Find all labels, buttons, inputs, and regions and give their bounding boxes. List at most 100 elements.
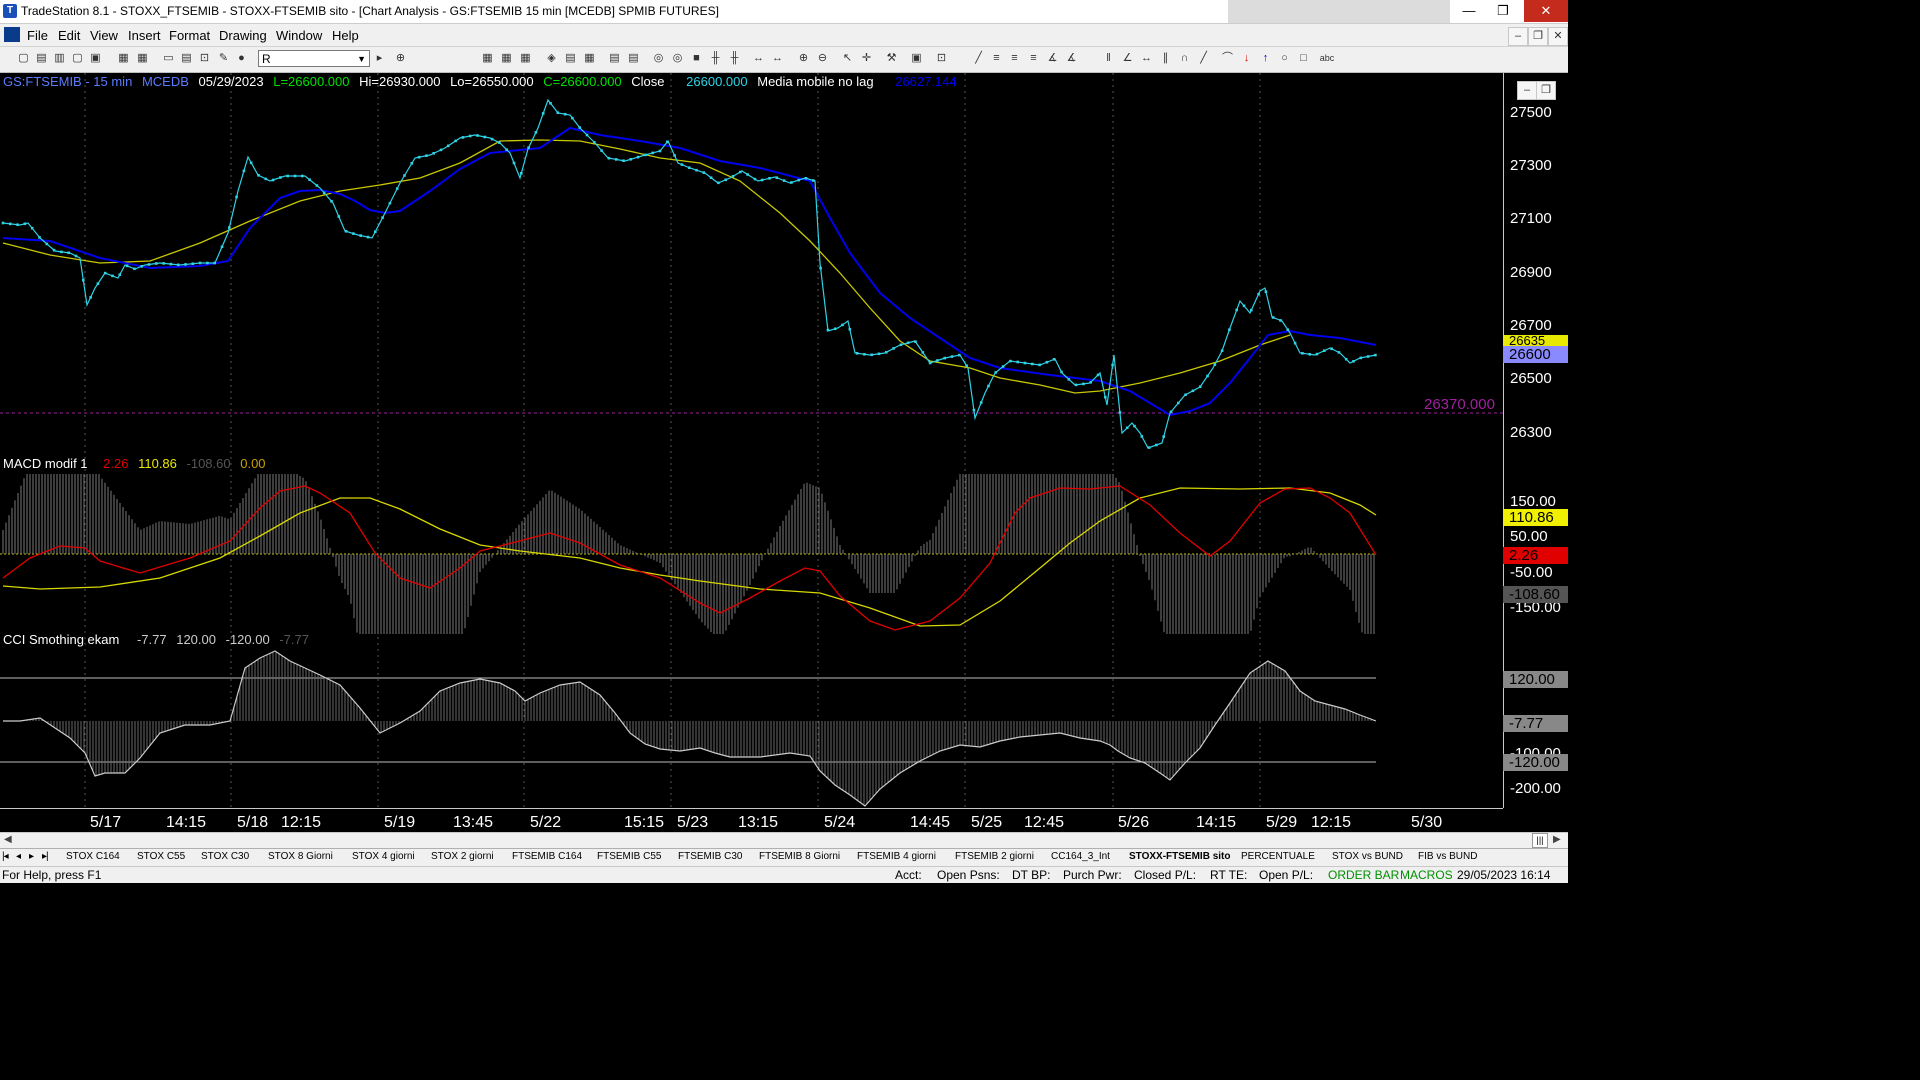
tab-stox-c55[interactable]: STOX C55 (137, 851, 185, 862)
speed-line-icon[interactable]: ∡ (1046, 52, 1059, 65)
zoom-out-icon[interactable]: ⊖ (816, 52, 829, 65)
tools-icon[interactable]: ✎ (217, 52, 230, 65)
chart-window-icon[interactable] (4, 27, 20, 42)
symbol-input[interactable]: R ▼ (258, 50, 370, 67)
candle-icon[interactable]: ■ (690, 52, 703, 65)
import-icon[interactable]: ▣ (910, 52, 923, 65)
tab-nav-next-icon[interactable]: ▸ (29, 851, 34, 862)
hotlist-icon[interactable]: ▤ (627, 52, 640, 65)
horizontal-line-icon[interactable]: ↔ (1140, 52, 1153, 65)
line-chart-icon[interactable]: ╫ (728, 52, 741, 65)
close-button[interactable]: ✕ (1524, 0, 1568, 22)
scanner-icon[interactable]: ▤ (608, 52, 621, 65)
horizontal-scrollbar[interactable]: ◀ ||| ▶ (0, 832, 1568, 848)
globe-icon[interactable]: ● (235, 52, 248, 65)
menu-format[interactable]: Format (169, 28, 210, 43)
fib-icon[interactable]: ≡ (990, 52, 1003, 65)
arc-icon[interactable]: ∩ (1178, 52, 1191, 65)
tab-nav-last-icon[interactable]: ▸| (42, 851, 49, 862)
pane-minimize-button[interactable]: – (1517, 81, 1537, 100)
format-icon[interactable]: ▤ (180, 52, 193, 65)
bar-chart-icon[interactable]: ╫ (709, 52, 722, 65)
trendline-icon[interactable]: ╱ (972, 52, 985, 65)
menu-help[interactable]: Help (332, 28, 359, 43)
open-workspace-icon[interactable]: ▥ (53, 52, 66, 65)
pointer-icon[interactable]: ↖ (841, 52, 854, 65)
rectangle-icon[interactable]: □ (1297, 52, 1310, 65)
arrow-down-icon[interactable]: ↓ (1240, 52, 1253, 65)
new-icon[interactable]: ▢ (17, 52, 30, 65)
play-icon[interactable]: ▸ (373, 52, 386, 65)
angle-icon[interactable]: ∠ (1121, 52, 1134, 65)
print-preview-icon[interactable]: ▦ (136, 52, 149, 65)
lock-icon-2[interactable]: ⊡ (935, 52, 948, 65)
compress-icon[interactable]: ↔ (752, 52, 765, 65)
probability-icon[interactable]: ◎ (671, 52, 684, 65)
hammer-icon[interactable]: ⚒ (885, 52, 898, 65)
order-bar-button[interactable]: ORDER BAR (1328, 868, 1399, 882)
tab-ftsemib-4-giorni[interactable]: FTSEMIB 4 giorni (857, 851, 936, 862)
options-icon[interactable]: ◎ (652, 52, 665, 65)
tool-a-icon[interactable]: ▦ (481, 52, 494, 65)
scroll-thumb[interactable]: ||| (1532, 833, 1548, 848)
window-icon[interactable]: ▭ (162, 52, 175, 65)
mdi-restore-button[interactable]: ❐ (1528, 27, 1548, 46)
zoom-in-icon[interactable]: ⊕ (797, 52, 810, 65)
tab-ftsemib-2-giorni[interactable]: FTSEMIB 2 giorni (955, 851, 1034, 862)
crosshair-icon[interactable]: ✛ (860, 52, 873, 65)
circle-icon[interactable]: ○ (1278, 52, 1291, 65)
menu-file[interactable]: File (27, 28, 48, 43)
menu-view[interactable]: View (90, 28, 118, 43)
tab-stox-2-giorni[interactable]: STOX 2 giorni (431, 851, 494, 862)
scroll-right-icon[interactable]: ▶ (1553, 834, 1561, 845)
tab-percentuale[interactable]: PERCENTUALE (1241, 851, 1315, 862)
arrow-up-icon[interactable]: ↑ (1259, 52, 1272, 65)
menu-insert[interactable]: Insert (128, 28, 161, 43)
tab-stox-c30[interactable]: STOX C30 (201, 851, 249, 862)
gann-fan-icon[interactable]: ∡ (1065, 52, 1078, 65)
matrix-icon[interactable]: ▦ (583, 52, 596, 65)
expand-icon[interactable]: ↔ (771, 52, 784, 65)
tab-ftsemib-c30[interactable]: FTSEMIB C30 (678, 851, 742, 862)
menu-drawing[interactable]: Drawing (219, 28, 267, 43)
tab-ftsemib-c164[interactable]: FTSEMIB C164 (512, 851, 582, 862)
tool-b-icon[interactable]: ▦ (500, 52, 513, 65)
open-icon[interactable]: ▤ (35, 52, 48, 65)
chart-analysis[interactable]: GS:FTSEMIB - 15 min MCEDB 05/29/2023 L=2… (0, 73, 1568, 835)
vertical-lines-icon[interactable]: ‖ (1102, 52, 1115, 65)
macros-button[interactable]: MACROS (1400, 868, 1453, 882)
tab-stox-4-giorni[interactable]: STOX 4 giorni (352, 851, 415, 862)
maximize-button[interactable]: ❐ (1486, 0, 1520, 22)
tab-nav-first-icon[interactable]: |◂ (2, 851, 9, 862)
parallel-lines-icon[interactable]: ∥ (1159, 52, 1172, 65)
new-workspace-icon[interactable]: ▢ (71, 52, 84, 65)
tab-ftsemib-8-giorni[interactable]: FTSEMIB 8 Giorni (759, 851, 840, 862)
menu-edit[interactable]: Edit (58, 28, 80, 43)
tab-ftsemib-c55[interactable]: FTSEMIB C55 (597, 851, 661, 862)
scroll-left-icon[interactable]: ◀ (4, 834, 12, 845)
chart-icon[interactable]: ◈ (545, 52, 558, 65)
save-icon[interactable]: ▣ (89, 52, 102, 65)
chart-plot-area[interactable] (0, 73, 1503, 808)
tab-cc164-3-int[interactable]: CC164_3_Int (1051, 851, 1110, 862)
print-icon[interactable]: ▦ (117, 52, 130, 65)
tab-stox-8-giorni[interactable]: STOX 8 Giorni (268, 851, 333, 862)
lookup-icon[interactable]: ⊕ (394, 52, 407, 65)
tab-stox-c164[interactable]: STOX C164 (66, 851, 120, 862)
tab-nav-prev-icon[interactable]: ◂ (16, 851, 21, 862)
tab-fib-vs-bund[interactable]: FIB vs BUND (1418, 851, 1477, 862)
pane-restore-button[interactable]: ❐ (1536, 81, 1556, 100)
tab-stoxx-ftsemib-sito[interactable]: STOXX-FTSEMIB sito (1129, 851, 1231, 862)
curve-icon[interactable]: ⌒ (1221, 52, 1234, 65)
mdi-minimize-button[interactable]: – (1508, 27, 1528, 46)
chevron-down-icon[interactable]: ▼ (357, 51, 366, 68)
channel-icon[interactable]: ≡ (1027, 52, 1040, 65)
tool-c-icon[interactable]: ▦ (519, 52, 532, 65)
mdi-close-button[interactable]: ✕ (1548, 27, 1568, 46)
tab-stox-vs-bund[interactable]: STOX vs BUND (1332, 851, 1403, 862)
menu-window[interactable]: Window (276, 28, 322, 43)
minimize-button[interactable]: — (1452, 0, 1486, 22)
lines-icon[interactable]: ≡ (1008, 52, 1021, 65)
lock-icon[interactable]: ⊡ (198, 52, 211, 65)
pencil-icon[interactable]: ╱ (1197, 52, 1210, 65)
